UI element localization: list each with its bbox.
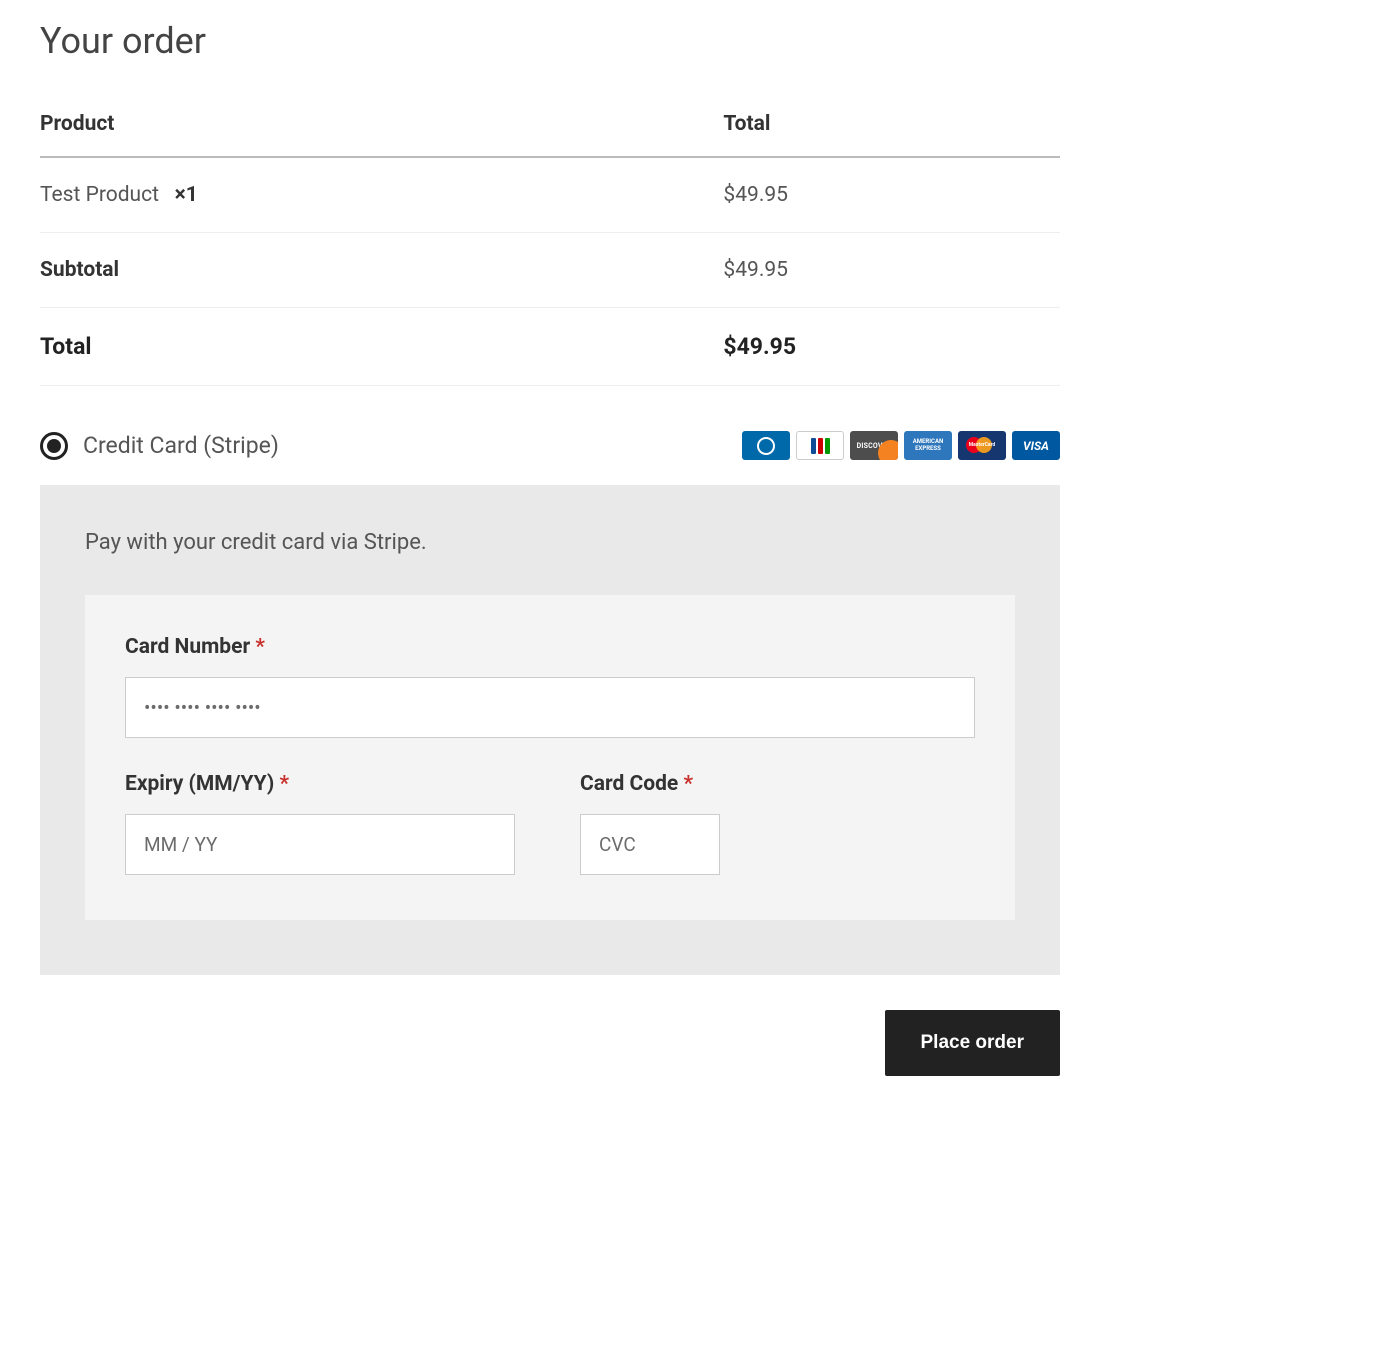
cvc-label: Card Code * <box>580 772 730 796</box>
line-total: $49.95 <box>723 157 1060 233</box>
place-order-button[interactable]: Place order <box>885 1010 1061 1076</box>
card-number-input[interactable] <box>125 677 975 738</box>
mastercard-icon: MasterCard <box>958 431 1006 460</box>
total-value: $49.95 <box>723 308 1060 386</box>
page-title: Your order <box>40 20 1060 62</box>
product-qty: 1 <box>186 183 198 207</box>
discover-icon: DISCOVER <box>850 431 898 460</box>
subtotal-value: $49.95 <box>723 233 1060 308</box>
payment-method-label: Credit Card (Stripe) <box>83 432 279 459</box>
subtotal-label: Subtotal <box>40 233 723 308</box>
diners-icon <box>742 431 790 460</box>
expiry-input[interactable] <box>125 814 515 875</box>
cvc-field: Card Code * <box>580 772 730 875</box>
cvc-input[interactable] <box>580 814 720 875</box>
card-form: Card Number * Expiry (MM/YY) * Card Code… <box>85 595 1015 920</box>
order-summary-table: Product Total Test Product ×1 $49.95 Sub… <box>40 97 1060 386</box>
table-row: Test Product ×1 $49.95 <box>40 157 1060 233</box>
jcb-icon <box>796 431 844 460</box>
footer-actions: Place order <box>40 1010 1060 1076</box>
payment-method-row: Credit Card (Stripe) DISCOVER AMERICANEX… <box>40 421 1060 485</box>
amex-icon: AMERICANEXPRESS <box>904 431 952 460</box>
card-number-label: Card Number * <box>125 635 975 659</box>
product-name: Test Product <box>40 183 159 207</box>
card-number-field: Card Number * <box>125 635 975 738</box>
payment-method-radio[interactable] <box>40 432 68 460</box>
col-header-product: Product <box>40 97 723 157</box>
expiry-field: Expiry (MM/YY) * <box>125 772 515 875</box>
visa-icon: VISA <box>1012 431 1060 460</box>
expiry-label: Expiry (MM/YY) * <box>125 772 515 796</box>
total-row: Total $49.95 <box>40 308 1060 386</box>
payment-box: Pay with your credit card via Stripe. Ca… <box>40 485 1060 975</box>
product-qty-prefix: × <box>175 183 186 207</box>
total-label: Total <box>40 308 723 386</box>
payment-description: Pay with your credit card via Stripe. <box>85 530 1015 555</box>
card-brand-logos: DISCOVER AMERICANEXPRESS MasterCard VISA <box>742 431 1060 460</box>
col-header-total: Total <box>723 97 1060 157</box>
subtotal-row: Subtotal $49.95 <box>40 233 1060 308</box>
